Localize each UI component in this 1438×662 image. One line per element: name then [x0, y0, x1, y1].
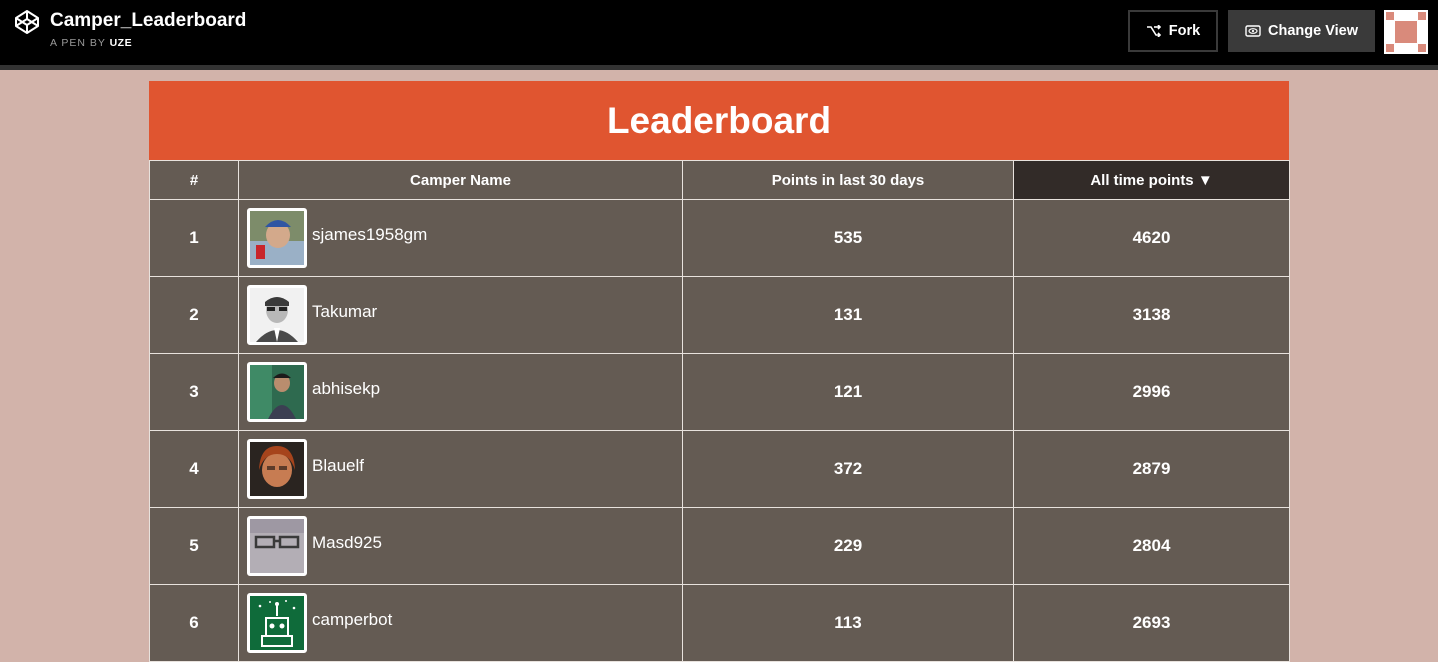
- table-row: 6 camperbot 113 2693: [149, 584, 1290, 662]
- table-header-row: # Camper Name Points in last 30 days All…: [149, 160, 1290, 200]
- fork-icon: [1146, 25, 1161, 37]
- rank-cell: 5: [149, 507, 239, 585]
- name-cell: Masd925: [238, 507, 683, 585]
- column-recent-points[interactable]: Points in last 30 days: [682, 160, 1014, 200]
- table-row: 1 sjames1958gm 535 4620: [149, 199, 1290, 277]
- user-avatar[interactable]: [1384, 10, 1428, 54]
- camper-avatar[interactable]: [247, 593, 307, 653]
- eye-icon: [1245, 25, 1261, 37]
- rank-cell: 3: [149, 353, 239, 431]
- name-cell: sjames1958gm: [238, 199, 683, 277]
- alltime-points-cell: 4620: [1013, 199, 1290, 277]
- pen-byline: A PEN BY UZE: [50, 37, 246, 49]
- name-cell: camperbot: [238, 584, 683, 662]
- name-cell: Takumar: [238, 276, 683, 354]
- camper-avatar[interactable]: [247, 516, 307, 576]
- recent-points-cell: 372: [682, 430, 1014, 508]
- pen-title[interactable]: Camper_Leaderboard: [50, 9, 246, 33]
- column-alltime-points[interactable]: All time points ▼: [1013, 160, 1290, 200]
- recent-points-cell: 113: [682, 584, 1014, 662]
- alltime-points-cell: 2996: [1013, 353, 1290, 431]
- camper-name-link[interactable]: abhisekp: [312, 379, 380, 399]
- alltime-points-cell: 3138: [1013, 276, 1290, 354]
- camper-name-link[interactable]: Takumar: [312, 302, 377, 322]
- camper-avatar[interactable]: [247, 439, 307, 499]
- camper-name-link[interactable]: Masd925: [312, 533, 382, 553]
- column-rank: #: [149, 160, 239, 200]
- pen-brand: Camper_Leaderboard A PEN BY UZE: [14, 9, 246, 49]
- camper-avatar[interactable]: [247, 208, 307, 268]
- camper-name-link[interactable]: Blauelf: [312, 456, 364, 476]
- recent-points-cell: 535: [682, 199, 1014, 277]
- leaderboard: Leaderboard # Camper Name Points in last…: [149, 81, 1290, 662]
- change-view-button[interactable]: Change View: [1228, 10, 1375, 52]
- top-bar: Camper_Leaderboard A PEN BY UZE Fork Cha…: [0, 0, 1438, 70]
- rank-cell: 4: [149, 430, 239, 508]
- name-cell: Blauelf: [238, 430, 683, 508]
- name-cell: abhisekp: [238, 353, 683, 431]
- alltime-points-cell: 2804: [1013, 507, 1290, 585]
- fork-label: Fork: [1168, 23, 1201, 39]
- leaderboard-table: # Camper Name Points in last 30 days All…: [149, 160, 1290, 662]
- column-camper-name: Camper Name: [238, 160, 683, 200]
- rank-cell: 1: [149, 199, 239, 277]
- camper-name-link[interactable]: sjames1958gm: [312, 225, 427, 245]
- codepen-logo-icon[interactable]: [14, 9, 40, 35]
- recent-points-cell: 121: [682, 353, 1014, 431]
- camper-avatar[interactable]: [247, 362, 307, 422]
- camper-avatar[interactable]: [247, 285, 307, 345]
- camper-name-link[interactable]: camperbot: [312, 610, 392, 630]
- rank-cell: 6: [149, 584, 239, 662]
- alltime-points-cell: 2693: [1013, 584, 1290, 662]
- alltime-points-cell: 2879: [1013, 430, 1290, 508]
- table-row: 4 Blauelf 372 2879: [149, 430, 1290, 508]
- fork-button[interactable]: Fork: [1128, 10, 1218, 52]
- table-row: 5 Masd925 229 2804: [149, 507, 1290, 585]
- recent-points-cell: 131: [682, 276, 1014, 354]
- identicon-icon: [1384, 10, 1428, 54]
- table-row: 2 Takumar 131 3138: [149, 276, 1290, 354]
- leaderboard-heading: Leaderboard: [149, 81, 1289, 160]
- recent-points-cell: 229: [682, 507, 1014, 585]
- change-view-label: Change View: [1268, 23, 1358, 39]
- byline-prefix: A PEN BY: [50, 37, 106, 49]
- rank-cell: 2: [149, 276, 239, 354]
- author-link[interactable]: UZE: [110, 37, 133, 49]
- table-row: 3 abhisekp 121 2996: [149, 353, 1290, 431]
